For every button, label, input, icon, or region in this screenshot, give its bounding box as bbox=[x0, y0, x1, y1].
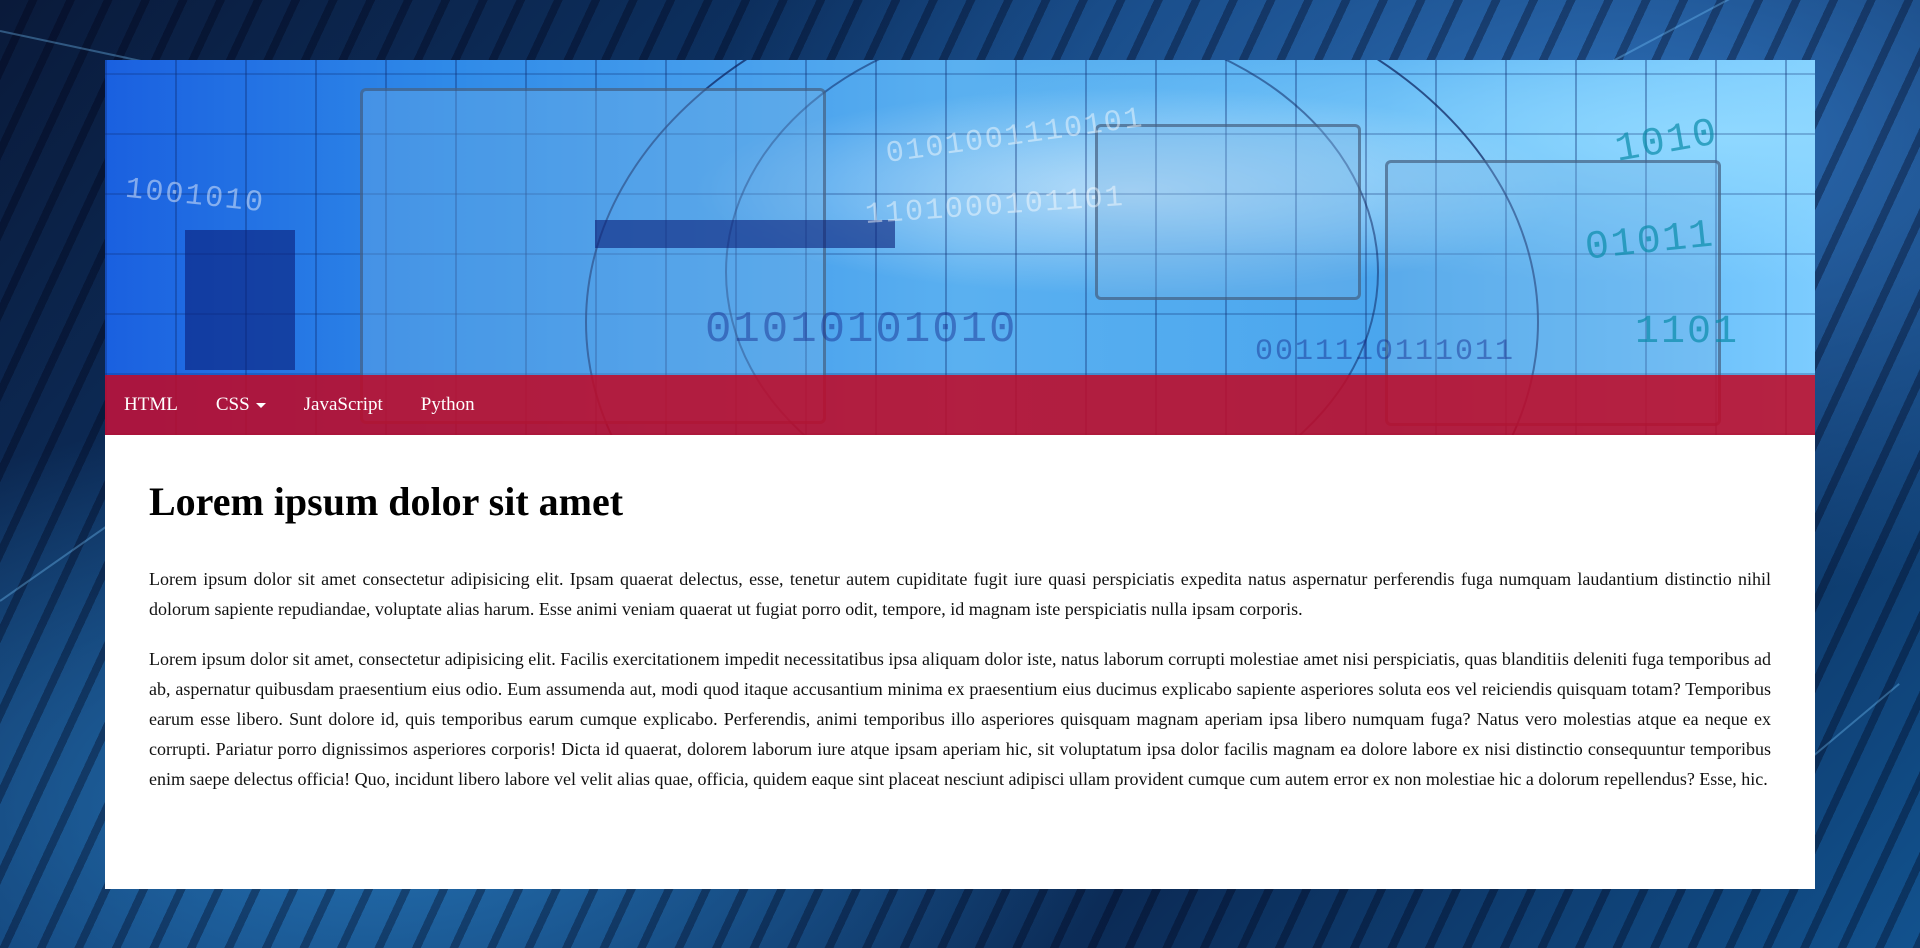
nav-item-label: HTML bbox=[124, 394, 178, 415]
banner-monitor bbox=[360, 88, 826, 424]
nav-item-javascript[interactable]: JavaScript bbox=[285, 375, 402, 435]
page-container: 0101001110101 1101000101101 01010101010 … bbox=[105, 60, 1815, 889]
main-navbar: HTML CSS JavaScript Python bbox=[105, 375, 1815, 435]
nav-item-label: JavaScript bbox=[303, 394, 383, 415]
page-title: Lorem ipsum dolor sit amet bbox=[149, 479, 624, 524]
content-paragraph: Lorem ipsum dolor sit amet consectetur a… bbox=[149, 569, 1771, 619]
banner-binary-text: 1101 bbox=[1635, 310, 1740, 355]
nav-item-label: Python bbox=[420, 394, 475, 415]
nav-item-css[interactable]: CSS bbox=[197, 375, 285, 435]
banner-panel bbox=[185, 230, 295, 370]
main-content: Lorem ipsum dolor sit amet Lorem ipsum d… bbox=[149, 480, 1771, 814]
banner-binary-text: 01010101010 bbox=[705, 305, 1018, 355]
banner-monitor bbox=[1095, 124, 1361, 300]
nav-item-label: CSS bbox=[215, 394, 250, 415]
nav-item-html[interactable]: HTML bbox=[105, 375, 197, 435]
nav-item-python[interactable]: Python bbox=[402, 375, 494, 435]
banner-binary-text: 0011110111011 bbox=[1255, 335, 1516, 369]
caret-down-icon bbox=[255, 402, 266, 408]
header-banner-image: 0101001110101 1101000101101 01010101010 … bbox=[105, 60, 1815, 435]
banner-panel bbox=[595, 220, 895, 248]
content-paragraph: Lorem ipsum dolor sit amet, consectetur … bbox=[149, 649, 1771, 789]
